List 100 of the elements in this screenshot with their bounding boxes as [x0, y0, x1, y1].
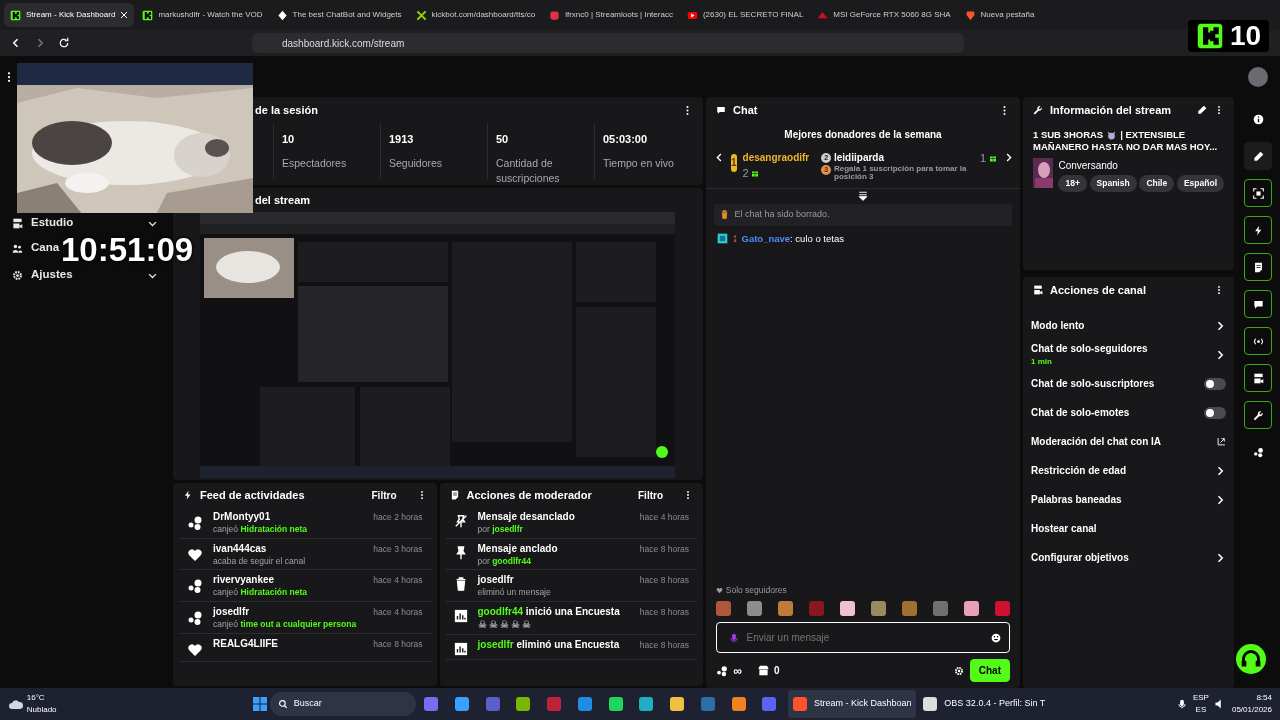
points-count: ∞: [733, 662, 743, 680]
panel-title: Feed de actividades: [200, 487, 305, 503]
action-title: josedlfr eliminó una Encuesta: [477, 639, 620, 652]
username: REALG4LIIFE: [213, 637, 278, 650]
donor-hint: Regala 1 suscripción para tomar la posición 3: [834, 165, 968, 182]
activity-text: canjeó time out a cualquier persona: [213, 618, 357, 630]
timestamp: hace 4 horas: [373, 605, 423, 619]
address-bar[interactable]: dashboard.kick.com/stream: [252, 33, 964, 53]
gift-count: 2: [742, 166, 749, 181]
action-detail: ☠☠☠☠☠: [477, 618, 534, 632]
username: rivervyankee: [213, 574, 276, 587]
panel-title: Acciones de moderador: [466, 487, 592, 503]
date[interactable]: 05/01/2026: [1231, 704, 1272, 716]
stat-value: 50: [496, 132, 510, 147]
send-button[interactable]: Chat: [969, 659, 1010, 682]
stream-title: MAÑANERO HASTA NO DAR MAS HOY...: [1033, 141, 1218, 154]
system-message: El chat ha sido borrado.: [734, 208, 830, 221]
panel-title: Chat: [733, 102, 758, 118]
browser-tab[interactable]: lfrxnc0 | Streamloots | Interacc: [543, 3, 679, 27]
message-field[interactable]: Enviar un mensaje: [716, 622, 1010, 653]
browser-tab[interactable]: Stream - Kick Dashboard: [4, 3, 135, 27]
temperature: 16°C: [26, 692, 46, 704]
chat-mode: Solo seguidores: [725, 584, 787, 597]
action-item[interactable]: Chat de solo-suscriptores: [1023, 369, 1234, 398]
stream-title: | EXTENSIBLE: [1120, 129, 1186, 142]
browser-tab[interactable]: MSI GeForce RTX 5060 8G SHA: [811, 3, 957, 27]
action-item[interactable]: Moderación del chat con IA: [1023, 427, 1234, 456]
search-box[interactable]: Buscar: [270, 692, 417, 716]
username: DrMontyy01: [213, 511, 272, 523]
action-item[interactable]: Modo lento: [1023, 311, 1234, 340]
timestamp: hace 8 horas: [639, 574, 689, 588]
clock[interactable]: 8:54: [1231, 692, 1272, 704]
stat-label: Seguidores: [389, 155, 444, 171]
action-detail: por goodlfr44: [477, 555, 532, 567]
browser-tab[interactable]: The best ChatBot and Widgets: [270, 3, 408, 27]
timestamp: hace 4 horas: [639, 511, 689, 524]
timestamp: hace 8 horas: [639, 605, 689, 619]
stat-value: 1913: [389, 132, 415, 147]
activity-text: canjeó Hidratación neta: [213, 587, 308, 598]
rank-badge: 1: [731, 154, 737, 172]
timestamp: hace 4 horas: [373, 574, 423, 588]
username: josedlfr: [213, 605, 251, 618]
stat-value: 10: [282, 132, 296, 147]
sidebar-item[interactable]: Ajustes: [31, 266, 73, 284]
activity-text: acaba de seguir el canal: [213, 555, 306, 567]
tag[interactable]: Spanish: [1089, 175, 1137, 193]
taskbar-app[interactable]: Stream - Kick Dashboan: [788, 690, 916, 718]
action-title: josedlfr: [477, 574, 515, 587]
timestamp: hace 3 horas: [373, 542, 423, 556]
taskbar-app[interactable]: OBS 32.0.4 - Perfil: Sin T: [918, 690, 1050, 718]
timestamp: hace 8 horas: [373, 637, 423, 651]
timestamp: hace 2 horas: [373, 511, 423, 524]
timestamp: hace 8 horas: [639, 639, 689, 653]
tag[interactable]: Español: [1176, 175, 1224, 193]
filter-button[interactable]: Filtro: [370, 486, 398, 504]
keyboard-layout[interactable]: ES: [1192, 704, 1209, 716]
action-title: Mensaje anclado: [477, 542, 558, 555]
leaderboard-title: Mejores donadores de la semana: [783, 128, 943, 142]
action-detail: por josedlfr: [477, 524, 524, 535]
panel-title: de la sesión: [255, 102, 318, 118]
panel-title: Información del stream: [1050, 102, 1172, 118]
viewer-count: 10: [1230, 22, 1262, 50]
action-title: goodlfr44 inició una Encuesta: [477, 605, 620, 618]
category[interactable]: Conversando: [1058, 157, 1224, 173]
panel-title: Acciones de canal: [1050, 282, 1146, 298]
stat-label: Cantidad de suscripciones: [496, 155, 561, 187]
donor-name: desangraodifr: [742, 151, 810, 165]
action-item[interactable]: Chat de solo-seguidores 1 min: [1023, 340, 1234, 369]
stream-title: 1 SUB 3HORAS: [1033, 129, 1104, 142]
filter-button[interactable]: Filtro: [637, 486, 664, 504]
browser-tab[interactable]: markushdlfr - Watch the VOD: [136, 3, 269, 27]
message-input[interactable]: Enviar un mensaje: [744, 629, 986, 646]
browser-tab[interactable]: Nueva pestaña: [958, 3, 1041, 27]
tag[interactable]: 18+: [1058, 175, 1087, 193]
weather: Nublado: [26, 704, 57, 716]
action-title: Mensaje desanclado: [477, 511, 575, 523]
gift-count: 1: [980, 151, 987, 166]
sidebar-item[interactable]: Estudio: [31, 214, 74, 232]
timestamp: hace 8 horas: [639, 542, 689, 556]
browser-tab[interactable]: kickbot.com/dashboard/tts/co: [409, 3, 542, 27]
activity-text: canjeó Hidratación neta: [213, 524, 308, 535]
username: ivan444cas: [213, 542, 268, 555]
panel-title: del stream: [255, 192, 311, 208]
action-item[interactable]: Hostear canal: [1023, 514, 1234, 543]
action-item[interactable]: Chat de solo-emotes: [1023, 398, 1234, 427]
sidebar-item[interactable]: Cana: [31, 239, 60, 257]
action-item[interactable]: Restricción de edad: [1023, 456, 1234, 485]
overlay-clock: 10:51:09: [61, 233, 194, 266]
action-detail: eliminó un mensaje: [477, 587, 551, 598]
action-item[interactable]: Palabras baneadas: [1023, 485, 1234, 514]
browser-tab[interactable]: (2630) EL SECRETO FINAL: [680, 3, 810, 27]
stat-value: 05:03:00: [603, 132, 649, 147]
language[interactable]: ESP: [1192, 692, 1209, 704]
action-item[interactable]: Configurar objetivos: [1023, 543, 1234, 572]
drops-count: 0: [774, 664, 780, 678]
tag[interactable]: Chile: [1139, 175, 1175, 193]
stat-label: Espectadores: [282, 155, 348, 171]
donor-name: leidiiparda: [834, 151, 884, 165]
stat-label: Tiempo en vivo: [603, 155, 675, 171]
chat-message: Gato_nave: culo o tetas: [741, 231, 844, 246]
